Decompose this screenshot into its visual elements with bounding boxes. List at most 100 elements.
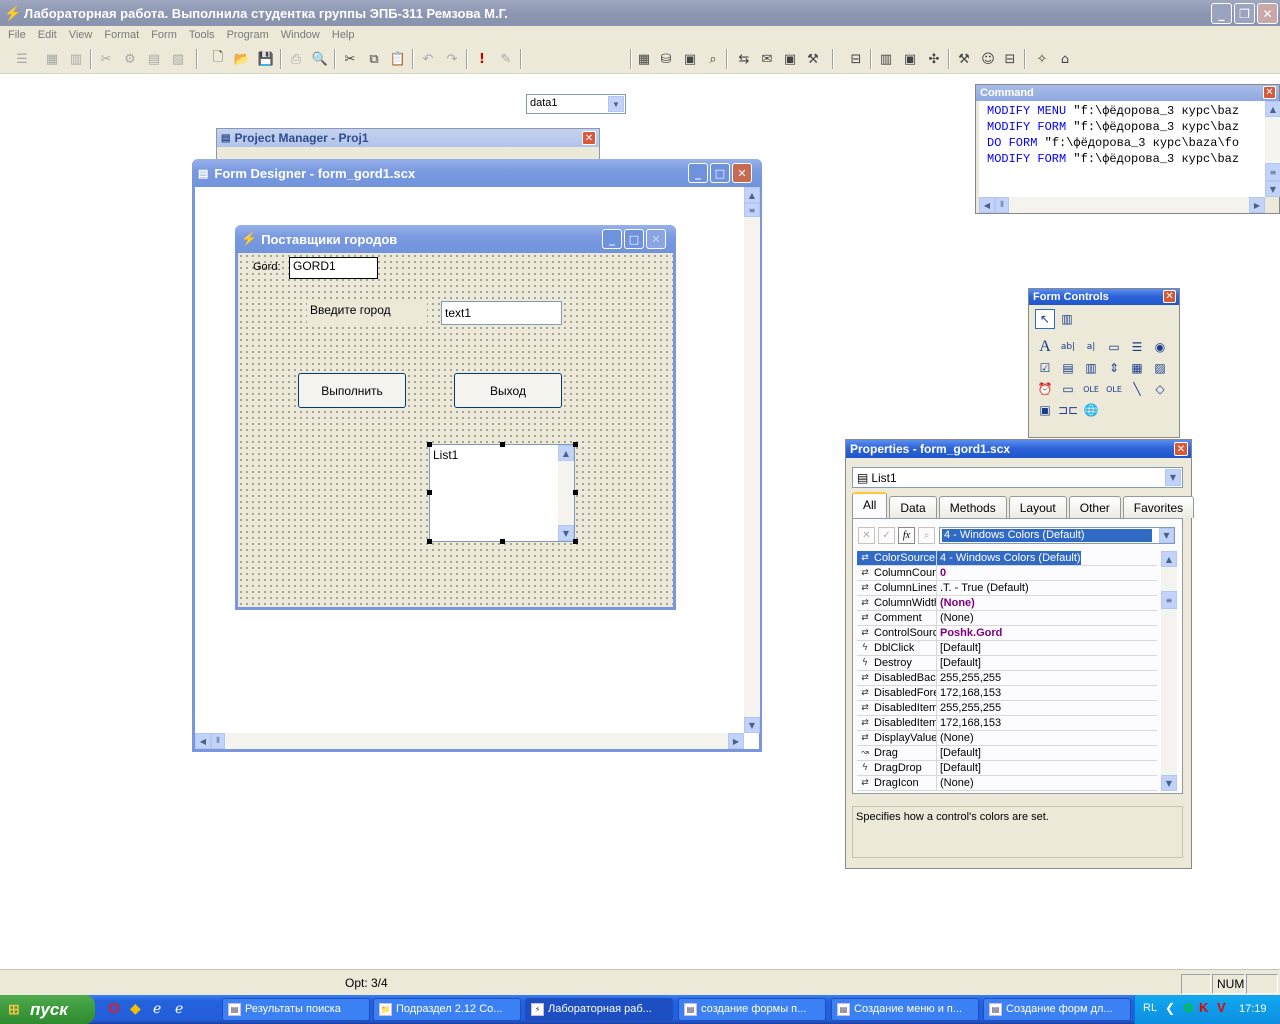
docking-icon[interactable]: ⌂: [1055, 49, 1075, 69]
command-line[interactable]: MODIFY MENU "f:\фёдорова_3 курс\baz: [987, 103, 1265, 119]
tab-other[interactable]: Other: [1068, 496, 1121, 518]
command-line[interactable]: DO FORM "f:\фёдорова_3 курс\baza\fo: [987, 135, 1265, 151]
menu-edit[interactable]: Edit: [32, 29, 63, 41]
menu-help[interactable]: Help: [326, 29, 361, 41]
selection-handle[interactable]: [573, 442, 578, 447]
close-button[interactable]: ✕: [732, 163, 752, 183]
label-control-icon[interactable]: A: [1035, 337, 1055, 357]
list1-vscroll[interactable]: ▲ ▼: [558, 445, 574, 541]
checkbox-control-icon[interactable]: ☑: [1035, 358, 1055, 378]
property-row[interactable]: ϟ DragDrop [Default]: [857, 761, 1157, 776]
gord-label[interactable]: Gord:: [253, 261, 281, 273]
tab-favorites[interactable]: Favorites: [1122, 496, 1195, 518]
run-icon[interactable]: !: [472, 49, 492, 69]
grid-toggle-icon[interactable]: ▦: [634, 49, 654, 69]
scroll-left-icon[interactable]: ◀: [979, 197, 995, 213]
selection-handle[interactable]: [427, 490, 432, 495]
accept-icon[interactable]: ✓: [878, 527, 895, 544]
zoom-icon[interactable]: ⌕: [918, 527, 935, 544]
cut-icon[interactable]: ✂: [340, 49, 360, 69]
optiongroup-control-icon[interactable]: ◉: [1150, 337, 1170, 357]
autoformat-icon[interactable]: ☺: [978, 49, 998, 69]
property-row[interactable]: ⇄ ControlSourcePoshk.Gord: [857, 626, 1157, 641]
form-icon[interactable]: ☰: [12, 49, 32, 69]
textbox-control-icon[interactable]: ab|: [1058, 337, 1078, 357]
text1-textbox[interactable]: text1: [441, 301, 562, 325]
builder-lock-icon[interactable]: ⚒: [954, 49, 974, 69]
minimize-button[interactable]: _: [688, 163, 708, 183]
property-list-vscroll[interactable]: ▲ ≡ ▼: [1161, 551, 1177, 791]
property-row[interactable]: ⇄ ColumnCount 0: [857, 566, 1157, 581]
chevron-down-icon[interactable]: ▼: [1165, 469, 1181, 486]
selection-handle[interactable]: [427, 442, 432, 447]
taskbar-item[interactable]: ⚡ Лабораторная раб...: [525, 998, 673, 1021]
scroll-down-icon[interactable]: ▼: [558, 525, 574, 541]
chevron-down-icon[interactable]: ▼: [1159, 528, 1174, 543]
network-icon[interactable]: ♻: [1183, 1001, 1194, 1015]
scroll-thumb[interactable]: ≡: [744, 203, 760, 217]
maximize-button[interactable]: □: [710, 163, 730, 183]
command-hscroll[interactable]: ◀ ⦀ ▶: [979, 197, 1265, 213]
opera-icon[interactable]: O: [108, 1000, 120, 1017]
hscroll-thumb[interactable]: ⦀: [211, 733, 225, 749]
layout-toolbar-icon[interactable]: ▥: [876, 49, 896, 69]
property-row[interactable]: ⇄ DisabledItemForeColor172,168,153: [857, 716, 1157, 731]
property-row[interactable]: ⇄ ColorSource 4 - Windows Colors (Default): [857, 551, 1157, 566]
property-row[interactable]: ⇄ DragIcon (None): [857, 776, 1157, 791]
gord-textbox[interactable]: GORD1: [289, 257, 378, 279]
menu-window[interactable]: Window: [275, 29, 326, 41]
antivirus-v-icon[interactable]: V: [1217, 1000, 1226, 1015]
object-combo[interactable]: ▤ List1 ▼: [852, 467, 1183, 488]
property-row[interactable]: ⇄ Comment (None): [857, 611, 1157, 626]
line-control-icon[interactable]: ╲: [1127, 379, 1147, 399]
tab-methods[interactable]: Methods: [938, 496, 1007, 518]
spinner-control-icon[interactable]: ⇕: [1104, 358, 1124, 378]
command-vscroll[interactable]: ▲ ≡ ▼: [1265, 101, 1280, 197]
wand-icon[interactable]: ✧: [1032, 49, 1052, 69]
property-value-combo[interactable]: 4 - Windows Colors (Default) ▼: [939, 527, 1175, 544]
selection-handle[interactable]: [573, 490, 578, 495]
combobox-control-icon[interactable]: ▤: [1058, 358, 1078, 378]
scroll-thumb[interactable]: ≡: [1161, 591, 1177, 609]
menu-program[interactable]: Program: [221, 29, 275, 41]
shape-control-icon[interactable]: ◇: [1150, 379, 1170, 399]
command-text[interactable]: MODIFY MENU "f:\фёдорова_3 курс\baz MODIF…: [979, 101, 1265, 197]
run-button[interactable]: Выполнить: [298, 373, 406, 408]
view-classes-icon[interactable]: ▥: [1057, 309, 1077, 329]
color-palette-icon[interactable]: ✣: [924, 49, 944, 69]
exit-button[interactable]: Выход: [454, 373, 562, 408]
hyperlink-control-icon[interactable]: 🌐: [1081, 400, 1101, 420]
form-designer-window[interactable]: ▤ Form Designer - form_gord1.scx _ □ ✕ ⚡…: [192, 159, 762, 752]
taskbar-item[interactable]: ▤ Создание меню и п...: [831, 998, 979, 1021]
scroll-down-icon[interactable]: ▼: [1161, 775, 1177, 791]
selection-handle[interactable]: [573, 539, 578, 544]
mail-icon[interactable]: ✉: [757, 49, 777, 69]
gear-icon[interactable]: ⚙: [120, 49, 140, 69]
editbox-control-icon[interactable]: a|: [1081, 337, 1101, 357]
properties-icon[interactable]: ▣: [680, 49, 700, 69]
scroll-right-icon[interactable]: ▶: [1249, 197, 1265, 213]
scroll-down-icon[interactable]: ▼: [1265, 181, 1280, 197]
menu-tools[interactable]: Tools: [183, 29, 221, 41]
preview-icon[interactable]: 🔍: [310, 49, 330, 69]
copy-icon[interactable]: ⧉: [364, 49, 384, 69]
minimize-button[interactable]: _: [1211, 3, 1232, 24]
pageframe-control-icon[interactable]: ▭: [1058, 379, 1078, 399]
list1-listbox[interactable]: List1 ▲ ▼: [429, 444, 575, 542]
menu-file[interactable]: File: [2, 29, 32, 41]
commandbutton-control-icon[interactable]: ▭: [1104, 337, 1124, 357]
tray-arrow-icon[interactable]: ❮: [1165, 1001, 1175, 1015]
property-row[interactable]: ⇄ DisabledItemBackColor255,255,255: [857, 701, 1157, 716]
menu-view[interactable]: View: [63, 29, 99, 41]
grid-control-icon[interactable]: ▦: [1127, 358, 1147, 378]
layout-icon[interactable]: ▤: [144, 49, 164, 69]
language-indicator[interactable]: RL: [1143, 1002, 1157, 1014]
olebound-control-icon[interactable]: OLE: [1104, 379, 1124, 399]
redo-icon[interactable]: ↷: [442, 49, 462, 69]
close-icon[interactable]: ✕: [1174, 442, 1188, 456]
ie-icon[interactable]: ℯ: [153, 1000, 161, 1017]
expression-builder-icon[interactable]: fx: [898, 527, 915, 544]
selection-handle[interactable]: [427, 539, 432, 544]
form-grid[interactable]: Gord: GORD1 Введите город text1 Выполнит…: [238, 253, 673, 607]
scroll-up-icon[interactable]: ▲: [1161, 551, 1177, 567]
